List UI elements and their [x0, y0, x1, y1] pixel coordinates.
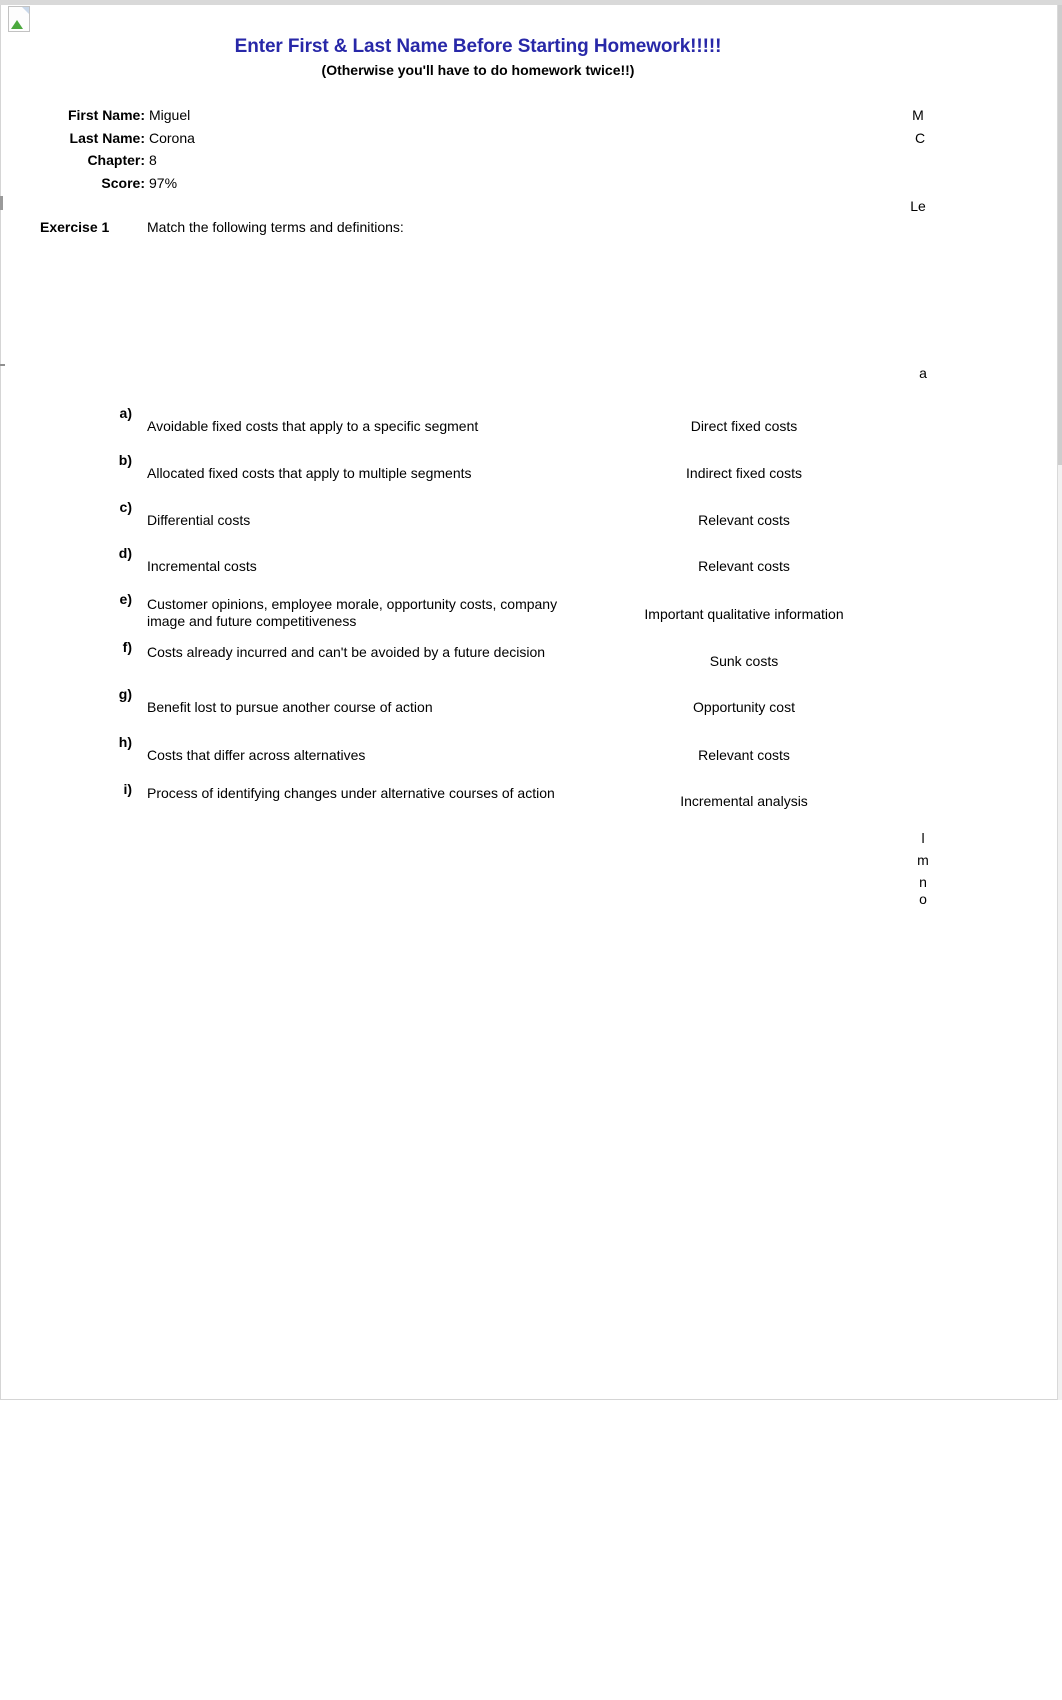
info-row-label: Chapter: — [87, 152, 145, 168]
matching-row-definition: Costs that differ across alternatives — [147, 747, 366, 763]
matching-row-letter: c) — [119, 499, 132, 515]
clipped-text-fragment: o — [919, 891, 927, 907]
left-margin-marker-lower — [0, 364, 5, 366]
clipped-text-fragment: m — [917, 852, 929, 868]
matching-row-answer[interactable]: Indirect fixed costs — [588, 465, 900, 482]
matching-row-definition: Process of identifying changes under alt… — [147, 785, 555, 801]
matching-row-letter: g) — [118, 686, 132, 702]
exercise-label: Exercise 1 — [40, 219, 110, 235]
info-row-label: Last Name: — [69, 130, 145, 146]
document-page: Enter First & Last Name Before Starting … — [0, 0, 1062, 1700]
clipped-text-fragment: Le — [910, 198, 926, 214]
info-row-value[interactable]: 97% — [149, 175, 177, 191]
info-row-label: First Name: — [67, 107, 145, 123]
matching-row-answer[interactable]: Important qualitative information — [588, 606, 900, 623]
clipped-text-fragment: a — [919, 365, 927, 381]
matching-row-definition: Avoidable fixed costs that apply to a sp… — [147, 418, 479, 434]
matching-row-letter: h) — [118, 734, 132, 750]
clipped-text-fragment: n — [919, 874, 927, 890]
clipped-text-fragment: l — [921, 830, 925, 846]
page-fold-corner — [22, 7, 29, 14]
matching-row-answer[interactable]: Opportunity cost — [588, 699, 900, 716]
matching-row-definition: Differential costs — [147, 512, 251, 528]
matching-row-answer[interactable]: Relevant costs — [588, 558, 900, 575]
page-bottom-border — [0, 1399, 1058, 1400]
exercise-prompt: Match the following terms and definition… — [147, 219, 404, 235]
clipped-text-fragment: C — [914, 130, 926, 146]
matching-row-answer[interactable]: Incremental analysis — [588, 793, 900, 810]
page-subtitle: (Otherwise you'll have to do homework tw… — [321, 62, 635, 78]
matching-row-definition: Benefit lost to pursue another course of… — [147, 699, 433, 715]
matching-row-letter: i) — [123, 781, 132, 797]
matching-row-answer[interactable]: Relevant costs — [588, 512, 900, 529]
matching-row-letter: e) — [119, 591, 132, 607]
matching-row-definition: Allocated fixed costs that apply to mult… — [147, 465, 472, 481]
matching-row-definition: Incremental costs — [147, 558, 257, 574]
matching-row-answer[interactable]: Sunk costs — [588, 653, 900, 670]
matching-row-definition: Customer opinions, employee morale, oppo… — [147, 596, 558, 629]
matching-row-answer[interactable]: Relevant costs — [588, 747, 900, 764]
broken-image-icon — [8, 6, 30, 32]
page-left-border — [0, 5, 1, 1400]
matching-row-definition: Costs already incurred and can't be avoi… — [147, 644, 546, 660]
clipped-text-fragment: M — [912, 107, 924, 123]
info-row-value[interactable]: Miguel — [149, 107, 190, 123]
matching-row-letter: a) — [119, 405, 132, 421]
matching-row-letter: d) — [118, 545, 132, 561]
matching-row-letter: f) — [122, 639, 132, 655]
image-thumbnail-glyph — [11, 18, 24, 29]
window-top-strip — [0, 0, 1062, 5]
matching-row-letter: b) — [118, 452, 132, 468]
info-row-value[interactable]: Corona — [149, 130, 195, 146]
matching-row-answer[interactable]: Direct fixed costs — [588, 418, 900, 435]
info-row-value[interactable]: 8 — [149, 152, 157, 168]
vertical-scrollbar-thumb[interactable] — [1058, 5, 1062, 465]
page-title: Enter First & Last Name Before Starting … — [234, 36, 722, 57]
info-row-label: Score: — [101, 175, 145, 191]
left-margin-marker-upper — [0, 196, 3, 210]
